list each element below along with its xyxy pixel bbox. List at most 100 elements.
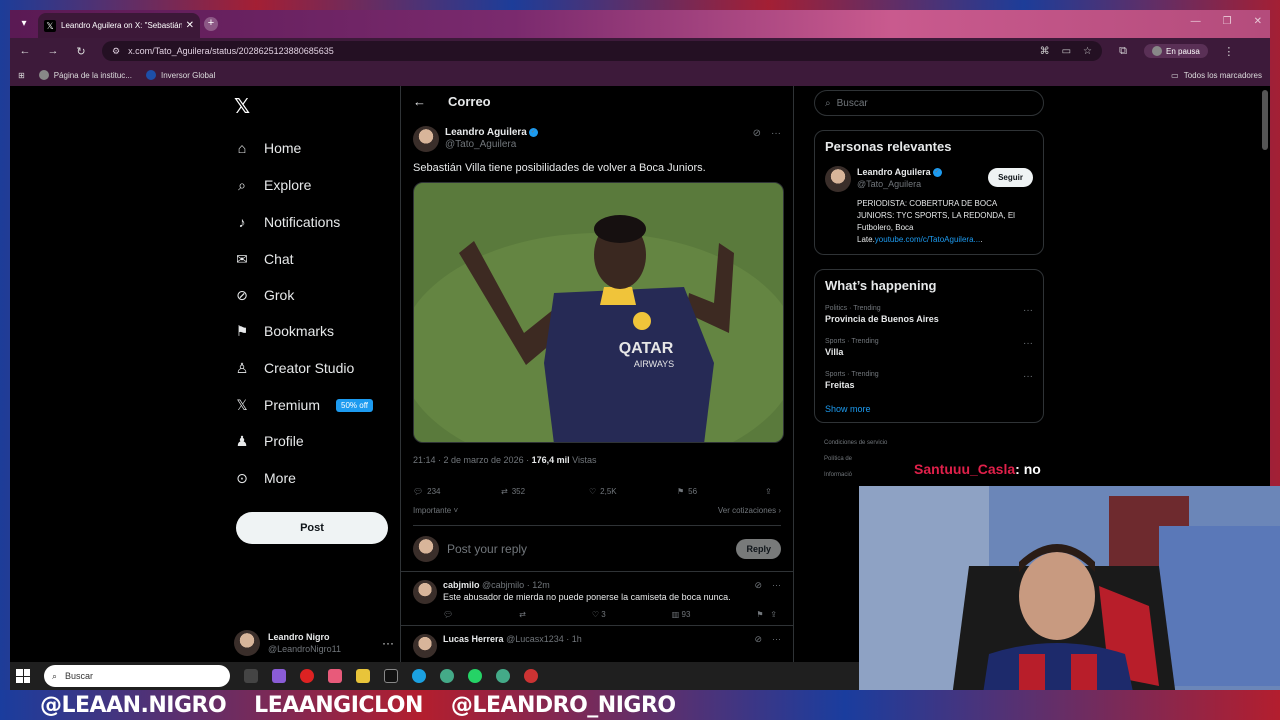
reload-icon[interactable]: ↻ [74,45,88,58]
forward-icon[interactable]: → [46,45,60,57]
more-dots-icon[interactable]: ··· [771,128,781,139]
bookmark-action[interactable]: ⚑ 56 [677,487,765,496]
nav-bookmarks[interactable]: ⚑ Bookmarks [234,323,335,340]
app-icon[interactable] [524,669,538,683]
nav-more[interactable]: ⊙ More [234,470,296,487]
bookmarks-bar: ⊞ Página de la instituc... Inversor Glob… [10,64,1270,86]
more-dots-icon[interactable]: ··· [382,636,394,650]
show-more-link[interactable]: Show more [825,404,1033,414]
relevant-person[interactable]: Leandro Aguilera ✓ @Tato_Aguilera Seguir [825,166,1033,192]
trend-item[interactable]: Sports · Trending Villa ··· [825,338,1033,357]
more-dots-icon[interactable]: ··· [772,634,781,645]
cast-icon[interactable]: ▭ [1062,46,1071,57]
tweet-author[interactable]: Leandro Aguilera ✓ @Tato_Aguilera [413,126,781,152]
profile-button[interactable]: En pausa [1144,44,1208,58]
more-dots-icon[interactable]: ··· [1023,305,1033,316]
like-action[interactable]: ♡ 3 [592,610,606,619]
account-switcher[interactable]: Leandro Nigro @LeandroNigro11 ··· [234,630,394,656]
search-input[interactable]: ⌕ Buscar [814,90,1044,116]
windows-start-icon[interactable] [16,669,30,683]
star-icon[interactable]: ☆ [1083,46,1092,57]
app-icon[interactable] [328,669,342,683]
apps-icon[interactable]: ⊞ [18,71,25,80]
trend-item[interactable]: Politics · Trending Provincia de Buenos … [825,305,1033,324]
avatar[interactable] [413,126,439,152]
reply-item[interactable]: Lucas Herrera @Lucasx1234 · 1h ⊘ ··· [401,626,793,662]
close-window-icon[interactable]: ✕ [1254,16,1262,27]
nav-chat[interactable]: ✉ Chat [234,251,293,268]
views-action[interactable]: ▥ 93 [672,610,691,619]
avatar[interactable] [413,634,437,658]
tab-search-icon[interactable]: ▾ [16,16,32,32]
view-quotes-link[interactable]: Ver cotizaciones › [718,506,781,515]
chat-user: Santuuu_Casla [914,461,1016,477]
reply-input[interactable]: Post your reply [447,542,728,556]
translate-icon[interactable]: ⌘ [1040,46,1050,57]
nav-grok[interactable]: ⊘ Grok [234,287,294,304]
tiktok-icon[interactable] [384,669,398,683]
grok-icon[interactable]: ⊘ [754,580,762,591]
taskbar-search[interactable]: ⌕ Buscar [44,665,230,687]
site-info-icon[interactable]: ⚙ [112,46,120,57]
bookmark-item[interactable]: Inversor Global [145,70,215,80]
bio-link[interactable]: youtube.com/c/TatoAguilera... [875,235,980,244]
repost-action[interactable]: ⇄ 352 [501,487,589,496]
nav-home[interactable]: ⌂ Home [234,140,302,156]
more-dots-icon[interactable]: ··· [772,580,781,591]
sort-dropdown[interactable]: Importante ˅ [413,506,458,515]
avatar[interactable] [413,580,437,604]
reply-action[interactable]: 💬︎ 234 [413,487,501,496]
reply-author[interactable]: cabjmilo [443,580,480,590]
nav-label: Bookmarks [264,323,335,339]
jersey-sponsor-sub: AIRWAYS [634,359,674,369]
chrome-icon[interactable] [440,669,454,683]
bookmark-icon[interactable]: ⚑ ⇪ [756,610,777,619]
bookmark-item[interactable]: Página de la instituc... [38,70,132,80]
scrollbar[interactable] [1262,90,1268,150]
nav-explore[interactable]: ⌕ Explore [234,177,311,194]
chat-text: : no [1015,461,1041,477]
reply-author[interactable]: Lucas Herrera [443,634,504,644]
all-bookmarks[interactable]: ▭ Todos los marcadores [1171,71,1262,80]
task-view-icon[interactable] [244,669,258,683]
reply-button[interactable]: Reply [736,538,781,559]
nav-creator-studio[interactable]: ♙ Creator Studio [234,360,355,377]
repost-icon[interactable]: ⇄ [519,610,526,619]
like-count: 2,5K [600,487,617,496]
edge-icon[interactable] [412,669,426,683]
tweet-image[interactable]: QATAR AIRWAYS [413,182,784,443]
maximize-icon[interactable]: ❐ [1223,16,1232,27]
browser-tab[interactable]: 𝕏 Leandro Aguilera on X: "Sebastián ✕ [38,13,200,38]
whatsapp-icon[interactable] [468,669,482,683]
more-dots-icon[interactable]: ··· [1023,371,1033,382]
follow-button[interactable]: Seguir [988,168,1033,187]
copilot-icon[interactable] [272,669,286,683]
close-tab-icon[interactable]: ✕ [186,20,194,31]
new-tab-button[interactable]: + [204,17,218,31]
nav-profile[interactable]: ♟ Profile [234,433,304,450]
reply-item[interactable]: cabjmilo @cabjmilo · 12m Este abusador d… [401,572,793,626]
footer-link[interactable]: Condiciones de servicio [824,435,1044,451]
opera-icon[interactable] [300,669,314,683]
nav-premium[interactable]: 𝕏 Premium 50% off [234,397,373,413]
grok-icon[interactable]: ⊘ [754,634,762,645]
grok-icon[interactable]: ⊘ [753,128,761,139]
comment-icon[interactable]: 💬︎ [443,610,453,619]
nav-notifications[interactable]: ♪ Notifications [234,214,341,230]
trend-item[interactable]: Sports · Trending Freitas ··· [825,371,1033,390]
avatar[interactable] [825,166,851,192]
more-dots-icon[interactable]: ··· [1023,338,1033,349]
tweet-timestamp[interactable]: 21:14 · 2 de marzo de 2026 · [413,455,529,465]
menu-icon[interactable]: ⋮ [1222,45,1236,58]
share-action[interactable]: ⇪ [765,487,772,496]
back-icon[interactable]: ← [18,45,32,57]
chrome-profile-icon[interactable] [496,669,510,683]
extensions-icon[interactable]: ⧉ [1116,45,1130,58]
minimize-icon[interactable]: — [1191,16,1201,27]
like-action[interactable]: ♡ 2,5K [589,487,677,496]
x-logo-icon[interactable]: 𝕏 [234,94,250,119]
post-button[interactable]: Post [236,512,388,544]
back-arrow-icon[interactable]: ← [413,94,426,109]
address-bar[interactable]: ⚙ x.com/Tato_Aguilera/status/20286251238… [102,41,1102,61]
file-explorer-icon[interactable] [356,669,370,683]
